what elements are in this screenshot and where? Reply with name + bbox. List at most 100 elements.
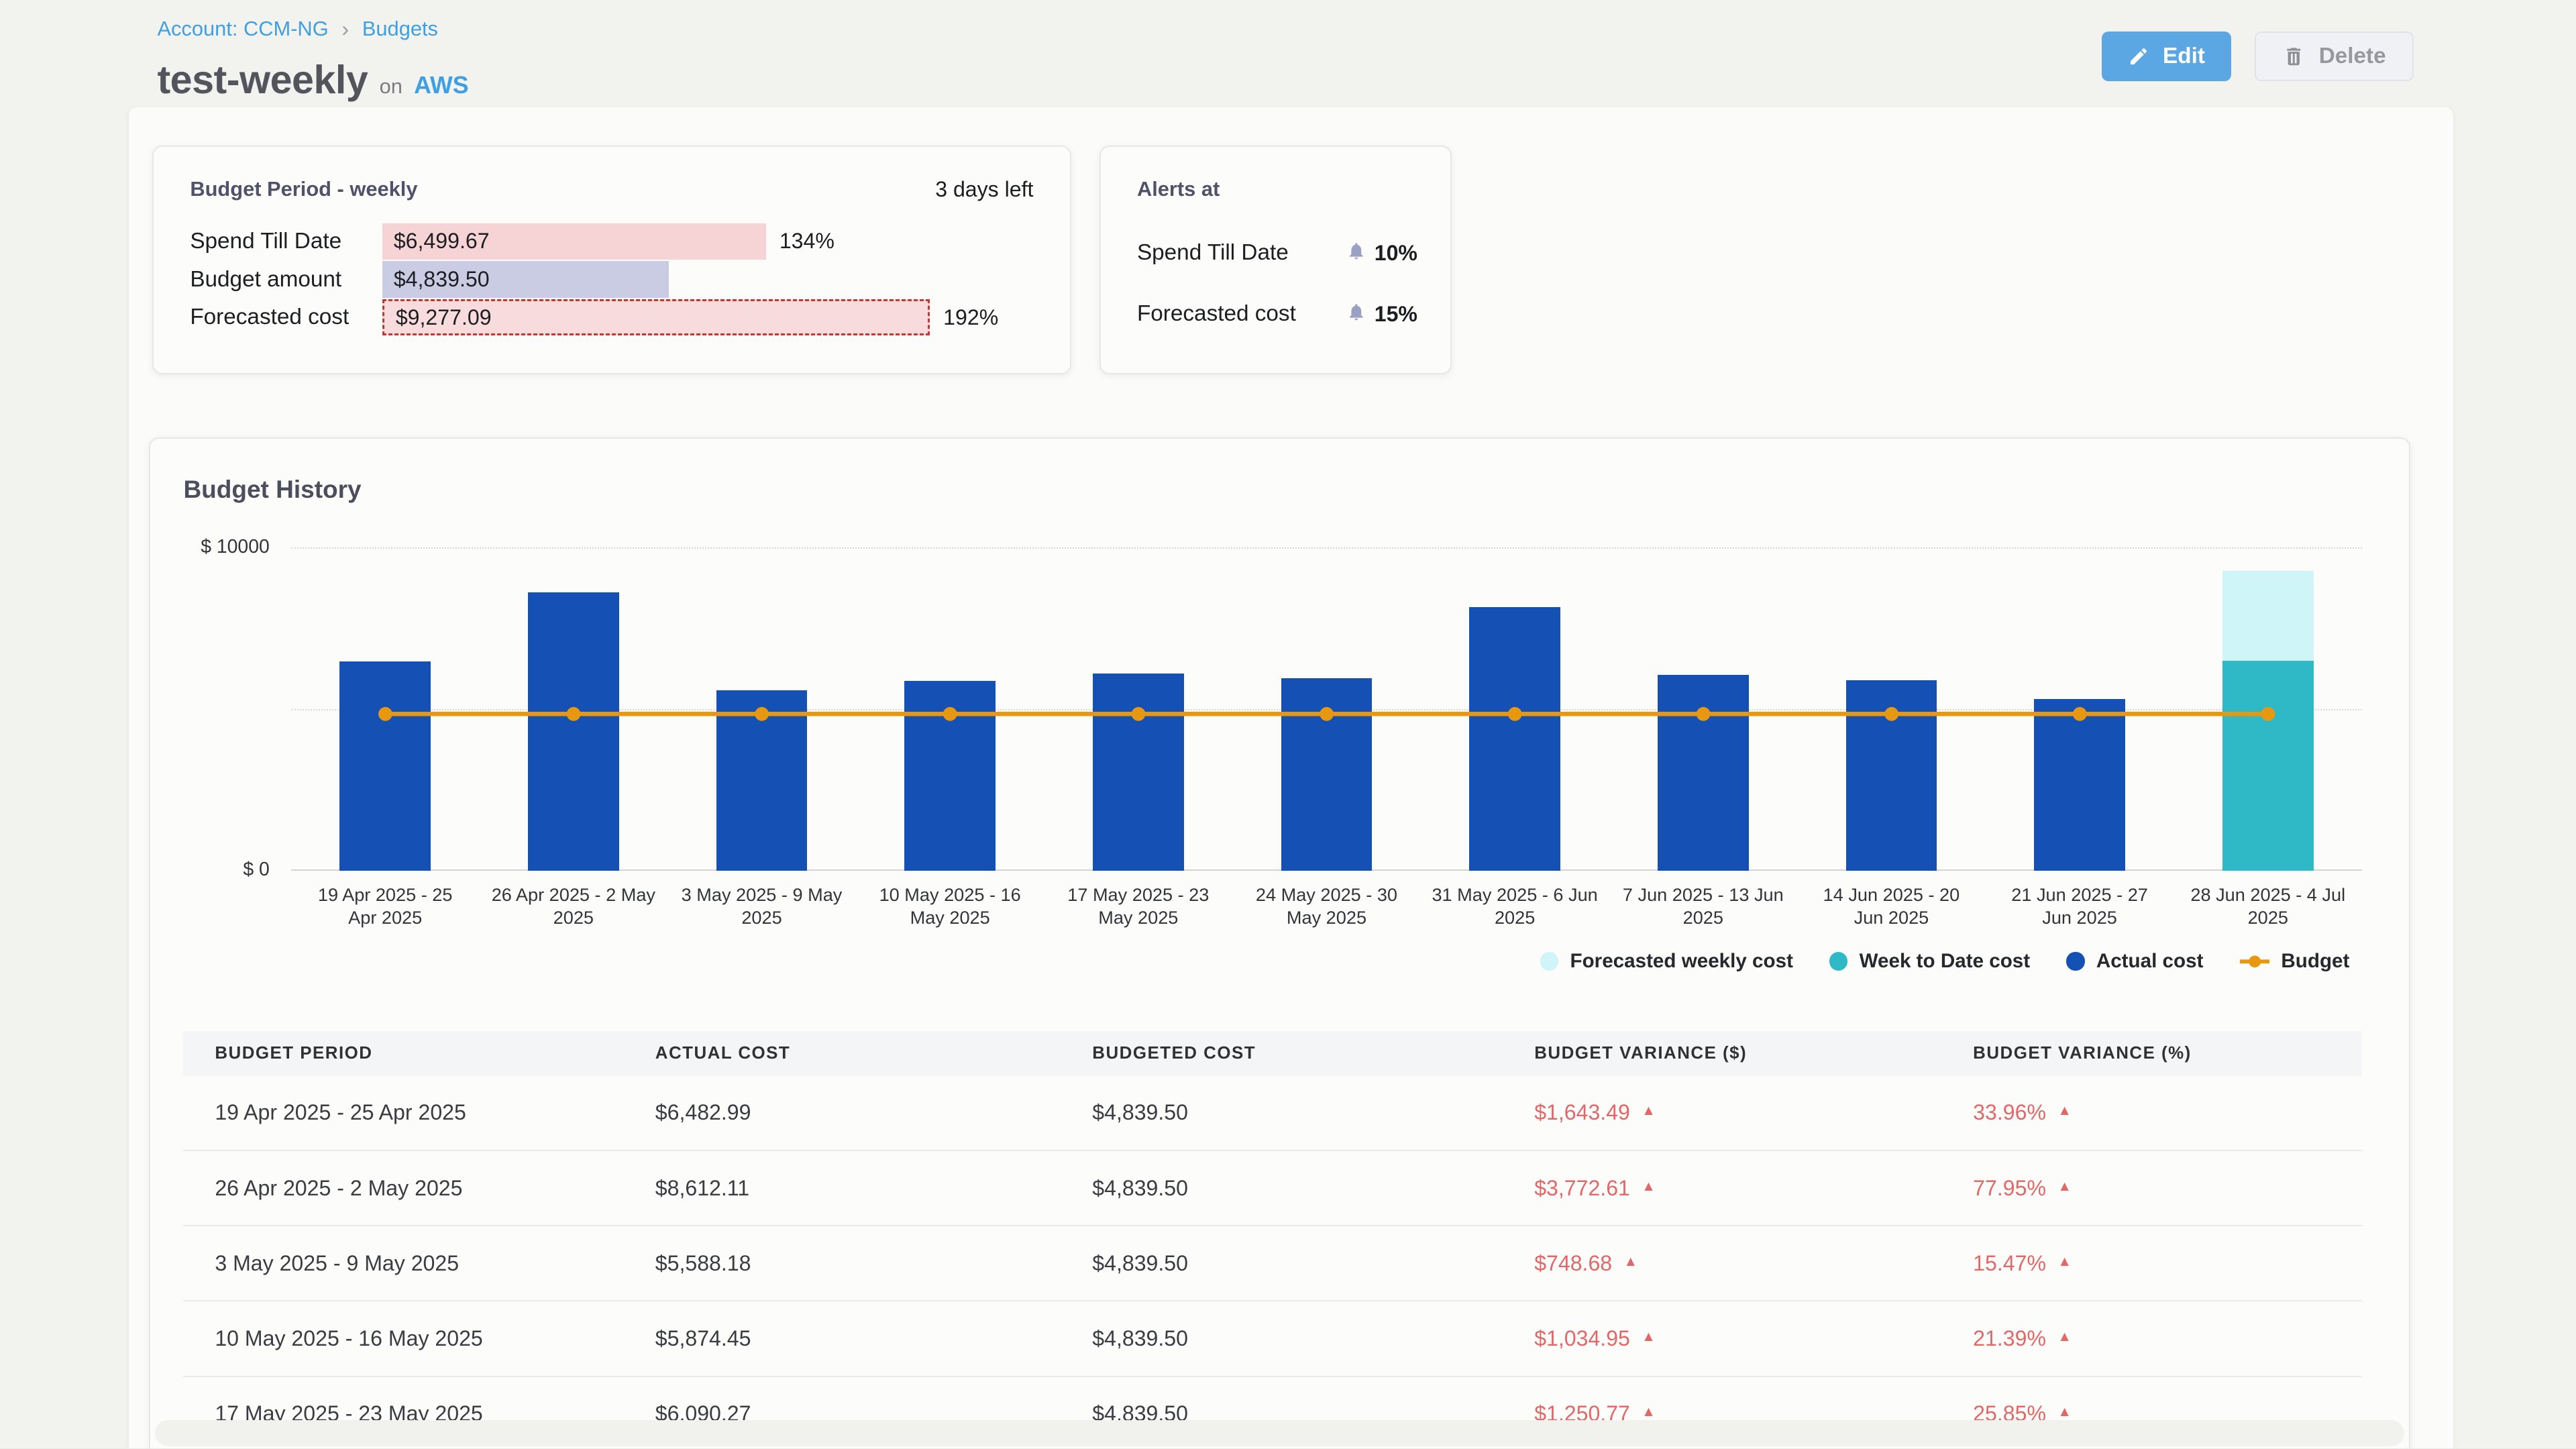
forecasted-weekly-cost-bar[interactable] bbox=[2222, 571, 2314, 661]
x-axis-tick: 14 Jun 2025 - 20Jun 2025 bbox=[1797, 883, 1986, 928]
budget-period-title: Budget Period - weekly bbox=[190, 177, 417, 202]
table-header-cell: BUDGETED COST bbox=[1092, 1044, 1534, 1063]
cell-budgeted-cost: $4,839.50 bbox=[1092, 1326, 1534, 1351]
cell-budgeted-cost: $4,839.50 bbox=[1092, 1251, 1534, 1276]
cell-budget-period: 26 Apr 2025 - 2 May 2025 bbox=[215, 1176, 655, 1201]
trend-up-icon: ▲ bbox=[1642, 1329, 1656, 1345]
trend-up-icon: ▲ bbox=[2057, 1404, 2072, 1420]
table-header-cell: BUDGET PERIOD bbox=[215, 1044, 655, 1063]
cell-actual-cost: $5,588.18 bbox=[655, 1251, 1093, 1276]
table-row[interactable]: 3 May 2025 - 9 May 2025$5,588.18$4,839.5… bbox=[183, 1226, 2362, 1301]
week-to-date-cost-bar[interactable] bbox=[2222, 661, 2314, 871]
breadcrumb: Account: CCM-NG › Budgets bbox=[157, 17, 438, 42]
budget-period-row-label: Budget amount bbox=[190, 267, 382, 292]
chart-bars bbox=[291, 547, 2362, 870]
actual-cost-bar[interactable] bbox=[904, 681, 996, 871]
cell-budgeted-cost: $4,839.50 bbox=[1092, 1100, 1534, 1125]
cell-budget-variance-usd: $3,772.61▲ bbox=[1534, 1176, 1973, 1201]
budget-period-bar-spend: $6,499.67 bbox=[382, 223, 767, 260]
trend-up-icon: ▲ bbox=[2057, 1329, 2072, 1345]
trend-up-icon: ▲ bbox=[1623, 1254, 1638, 1270]
edit-button[interactable]: Edit bbox=[2102, 32, 2232, 81]
cell-budget-variance-usd: $1,034.95▲ bbox=[1534, 1326, 1973, 1351]
alert-row: Forecasted cost15% bbox=[1137, 298, 1417, 331]
budget-period-bar-value: $9,277.09 bbox=[384, 305, 492, 330]
legend-dot-icon bbox=[1540, 952, 1558, 970]
budget-period-row: Spend Till Date$6,499.67 134% bbox=[190, 223, 1053, 260]
cell-budget-variance-pct: 21.39%▲ bbox=[1973, 1326, 2360, 1351]
legend-item-forecasted-weekly-cost[interactable]: Forecasted weekly cost bbox=[1540, 950, 1793, 973]
alert-row-value: 15% bbox=[1346, 299, 1417, 329]
legend-label: Budget bbox=[2281, 950, 2349, 973]
breadcrumb-separator-icon: › bbox=[341, 17, 349, 42]
trend-up-icon: ▲ bbox=[1642, 1103, 1656, 1119]
alert-percent: 15% bbox=[1375, 302, 1417, 327]
x-axis-tick: 17 May 2025 - 23May 2025 bbox=[1044, 883, 1232, 928]
actual-cost-bar[interactable] bbox=[1846, 680, 1937, 871]
legend-dot-icon bbox=[2066, 952, 2084, 970]
x-axis-tick: 21 Jun 2025 - 27Jun 2025 bbox=[1986, 883, 2174, 928]
days-left-label: 3 days left bbox=[935, 177, 1033, 202]
legend-item-week-to-date-cost[interactable]: Week to Date cost bbox=[1829, 950, 2030, 973]
cell-budget-variance-usd: $1,643.49▲ bbox=[1534, 1100, 1973, 1125]
horizontal-scrollbar[interactable] bbox=[155, 1420, 2404, 1446]
bell-icon bbox=[1346, 238, 1366, 268]
actual-cost-bar[interactable] bbox=[1469, 607, 1560, 870]
x-axis-tick: 19 Apr 2025 - 25Apr 2025 bbox=[291, 883, 480, 928]
budget-period-rows: Spend Till Date$6,499.67 134% Budget amoun… bbox=[190, 223, 1053, 337]
actual-cost-bar[interactable] bbox=[1658, 675, 1749, 870]
trash-icon bbox=[2282, 45, 2306, 68]
trend-up-icon: ▲ bbox=[1642, 1404, 1656, 1420]
trend-up-icon: ▲ bbox=[2057, 1103, 2072, 1119]
breadcrumb-budgets-link[interactable]: Budgets bbox=[362, 17, 438, 41]
chart-category-slot bbox=[480, 547, 668, 870]
chart-category-slot bbox=[291, 547, 480, 870]
legend-item-actual-cost[interactable]: Actual cost bbox=[2066, 950, 2203, 973]
pencil-icon bbox=[2128, 46, 2149, 67]
x-axis-tick: 3 May 2025 - 9 May2025 bbox=[667, 883, 856, 928]
y-axis-tick-10000: $ 10000 bbox=[150, 536, 270, 558]
budget-period-percent: 134% bbox=[780, 229, 835, 254]
table-row[interactable]: 10 May 2025 - 16 May 2025$5,874.45$4,839… bbox=[183, 1301, 2362, 1377]
cell-budget-variance-pct: 77.95%▲ bbox=[1973, 1176, 2360, 1201]
cell-budget-period: 19 Apr 2025 - 25 Apr 2025 bbox=[215, 1100, 655, 1125]
table-header-cell: BUDGET VARIANCE ($) bbox=[1534, 1044, 1973, 1063]
actual-cost-bar[interactable] bbox=[1093, 674, 1184, 870]
actual-cost-bar[interactable] bbox=[528, 592, 619, 870]
chart-category-slot bbox=[2174, 547, 2362, 870]
chart-category-slot bbox=[1797, 547, 1986, 870]
cell-budget-period: 3 May 2025 - 9 May 2025 bbox=[215, 1251, 655, 1276]
legend-label: Actual cost bbox=[2096, 950, 2204, 973]
legend-item-budget[interactable]: Budget bbox=[2240, 950, 2350, 973]
budget-period-bar-forecast: $9,277.09 bbox=[382, 299, 930, 335]
actual-cost-bar[interactable] bbox=[2034, 699, 2125, 870]
chart-category-slot bbox=[1232, 547, 1421, 870]
bell-icon bbox=[1346, 299, 1366, 329]
cell-budget-variance-usd: $748.68▲ bbox=[1534, 1251, 1973, 1276]
x-axis-tick: 24 May 2025 - 30May 2025 bbox=[1232, 883, 1421, 928]
table-body: 19 Apr 2025 - 25 Apr 2025$6,482.99$4,839… bbox=[183, 1076, 2362, 1449]
budget-period-card: Budget Period - weekly 3 days left Spend… bbox=[152, 146, 1071, 374]
actual-cost-bar[interactable] bbox=[339, 661, 431, 871]
delete-button-label: Delete bbox=[2319, 44, 2386, 69]
chart-legend: Forecasted weekly cost Week to Date cost A… bbox=[1540, 950, 2349, 973]
table-row[interactable]: 26 Apr 2025 - 2 May 2025$8,612.11$4,839.… bbox=[183, 1151, 2362, 1226]
chart-category-slot bbox=[667, 547, 856, 870]
header-actions: Edit Delete bbox=[2102, 32, 2414, 81]
cell-actual-cost: $6,482.99 bbox=[655, 1100, 1093, 1125]
actual-cost-bar[interactable] bbox=[1281, 678, 1373, 870]
budget-period-row-label: Spend Till Date bbox=[190, 229, 382, 254]
breadcrumb-account-link[interactable]: Account: CCM-NG bbox=[157, 17, 328, 41]
budget-history-card: Budget History $ 10000 $ 0 19 Apr 2025 -… bbox=[149, 437, 2410, 1449]
actual-cost-bar[interactable] bbox=[716, 690, 808, 871]
table-row[interactable]: 19 Apr 2025 - 25 Apr 2025$6,482.99$4,839… bbox=[183, 1076, 2362, 1151]
legend-label: Forecasted weekly cost bbox=[1570, 950, 1793, 973]
delete-button[interactable]: Delete bbox=[2255, 32, 2414, 81]
budget-period-bar-value: $4,839.50 bbox=[382, 267, 490, 292]
chart-category-slot bbox=[1986, 547, 2174, 870]
chart-category-slot bbox=[856, 547, 1044, 870]
alert-row-value: 10% bbox=[1346, 238, 1417, 268]
trend-up-icon: ▲ bbox=[2057, 1179, 2072, 1195]
cell-budgeted-cost: $4,839.50 bbox=[1092, 1176, 1534, 1201]
budget-history-table: BUDGET PERIODACTUAL COSTBUDGETED COSTBUD… bbox=[183, 1031, 2362, 1448]
